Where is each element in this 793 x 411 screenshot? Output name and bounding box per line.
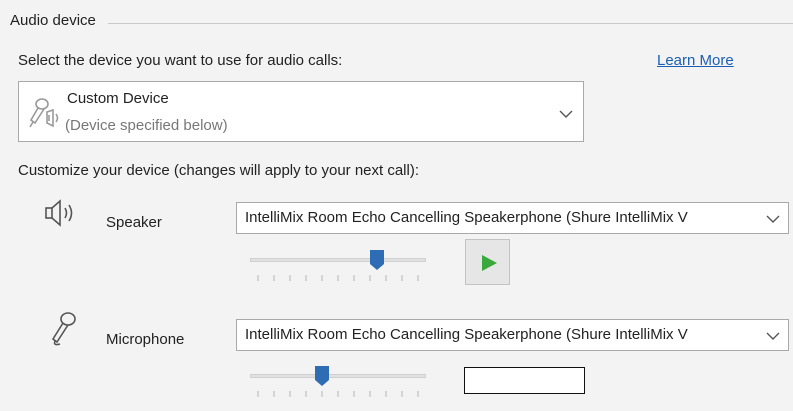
- speaker-icon: [45, 199, 73, 227]
- headset-mic-icon: [29, 98, 59, 128]
- slider-ticks: [257, 391, 419, 397]
- speaker-selected-device: IntelliMix Room Echo Cancelling Speakerp…: [245, 209, 688, 226]
- microphone-device-select[interactable]: IntelliMix Room Echo Cancelling Speakerp…: [236, 319, 789, 351]
- play-icon: [482, 255, 497, 271]
- microphone-volume-thumb[interactable]: [314, 365, 330, 387]
- microphone-selected-device: IntelliMix Room Echo Cancelling Speakerp…: [245, 326, 688, 343]
- chevron-down-icon: [559, 110, 573, 118]
- slider-ticks: [257, 275, 419, 281]
- section-divider: [108, 23, 793, 24]
- speaker-volume-thumb[interactable]: [369, 249, 385, 271]
- play-test-sound-button[interactable]: [465, 239, 510, 285]
- chevron-down-icon: [766, 215, 780, 223]
- microphone-level-meter: [464, 367, 585, 394]
- slider-track: [250, 258, 426, 262]
- slider-track: [250, 374, 426, 378]
- speaker-device-select[interactable]: IntelliMix Room Echo Cancelling Speakerp…: [236, 202, 789, 234]
- select-device-prompt: Select the device you want to use for au…: [18, 52, 343, 69]
- microphone-volume-slider[interactable]: [250, 365, 426, 399]
- speaker-label: Speaker: [106, 214, 162, 231]
- audio-device-dropdown[interactable]: Custom Device (Device specified below): [18, 81, 584, 142]
- microphone-label: Microphone: [106, 331, 185, 348]
- device-subtitle: (Device specified below): [65, 117, 228, 134]
- speaker-volume-slider[interactable]: [250, 249, 426, 283]
- device-name: Custom Device: [67, 90, 169, 107]
- section-title: Audio device: [10, 12, 96, 29]
- customize-prompt: Customize your device (changes will appl…: [18, 162, 420, 179]
- learn-more-link[interactable]: Learn More: [657, 52, 734, 69]
- chevron-down-icon: [766, 332, 780, 340]
- audio-device-panel: Audio device Select the device you want …: [0, 0, 793, 411]
- microphone-icon: [51, 312, 76, 346]
